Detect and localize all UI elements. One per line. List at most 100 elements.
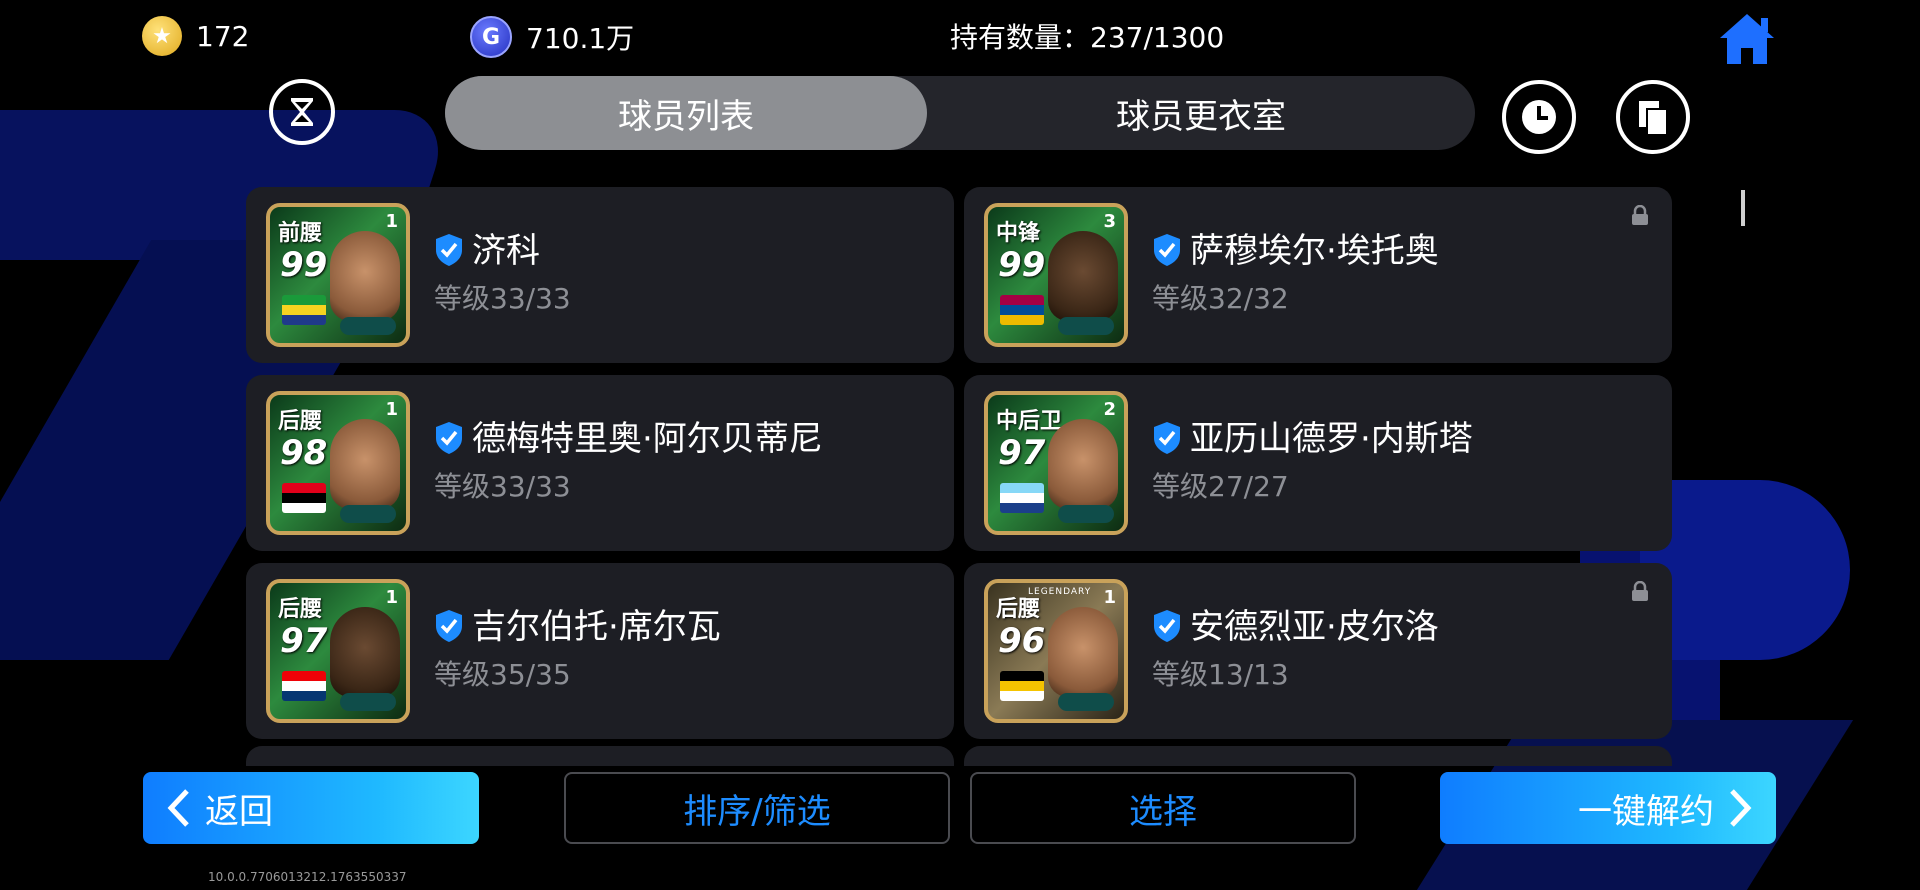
player-level: 等级33/33 <box>434 470 571 503</box>
tab-player-list[interactable]: 球员列表 <box>445 76 927 150</box>
clock-icon <box>1522 100 1556 134</box>
player-card[interactable]: 后腰 97 1 吉尔伯托·席尔瓦等级35/35 <box>246 563 954 739</box>
release-all-label: 一键解约 <box>1578 791 1714 832</box>
gp-count: 710.1万 <box>526 22 635 55</box>
player-rank: 2 <box>1103 399 1116 420</box>
shield-check-icon <box>436 610 462 642</box>
player-rating: 99 <box>280 245 328 285</box>
player-rank: 1 <box>385 587 398 608</box>
player-level: 等级32/32 <box>1152 282 1289 315</box>
player-rank: 3 <box>1103 211 1116 232</box>
player-level: 等级13/13 <box>1152 658 1289 691</box>
player-rating: 97 <box>280 621 328 661</box>
player-card-image[interactable]: 中锋 99 3 <box>984 203 1128 347</box>
player-name: 安德烈亚·皮尔洛 <box>1190 607 1439 647</box>
gp-icon: G <box>470 16 512 58</box>
copy-icon <box>1639 101 1668 136</box>
player-card-image[interactable]: 中后卫 97 2 <box>984 391 1128 535</box>
skill-badge-icon <box>340 505 396 523</box>
player-portrait <box>330 607 400 697</box>
player-level: 等级35/35 <box>434 658 571 691</box>
player-name: 吉尔伯托·席尔瓦 <box>472 607 721 647</box>
home-button[interactable] <box>1718 12 1776 66</box>
home-icon <box>1720 14 1774 64</box>
star-coin-icon: ★ <box>142 16 182 56</box>
shield-check-icon <box>436 234 462 266</box>
history-button[interactable] <box>1502 80 1576 154</box>
chevron-right-icon <box>1730 789 1752 827</box>
gp-balance: G 710.1万 <box>470 16 634 58</box>
player-rank: 1 <box>385 399 398 420</box>
holdings-count: 持有数量：237/1300 <box>950 16 1224 56</box>
player-card-image[interactable]: 后腰 97 1 <box>266 579 410 723</box>
player-card[interactable]: 中后卫 97 2 亚历山德罗·内斯塔等级27/27 <box>964 375 1672 551</box>
select-button[interactable]: 选择 <box>970 772 1356 844</box>
skill-badge-icon <box>1058 505 1114 523</box>
player-card[interactable]: 前腰 99 1 济科等级33/33 <box>246 187 954 363</box>
skill-badge-icon <box>340 317 396 335</box>
player-portrait <box>330 231 400 321</box>
shield-check-icon <box>1154 610 1180 642</box>
club-badge-icon <box>1000 483 1044 513</box>
player-name: 济科 <box>472 231 540 271</box>
player-name: 萨穆埃尔·埃托奥 <box>1190 231 1439 271</box>
club-badge-icon <box>1000 295 1044 325</box>
select-label: 选择 <box>1129 791 1197 832</box>
club-badge-icon <box>1000 671 1044 701</box>
lock-icon <box>1632 205 1648 225</box>
player-portrait <box>1048 419 1118 509</box>
player-rating: 98 <box>280 433 328 473</box>
player-position: 前腰 <box>278 221 323 246</box>
version-string: 10.0.0.7706013212.1763550337 <box>208 870 407 884</box>
holdings-label: 持有数量：237/1300 <box>950 21 1225 54</box>
player-portrait <box>330 419 400 509</box>
player-position: 中后卫 <box>996 409 1063 434</box>
player-position: 后腰 <box>278 409 323 434</box>
player-level: 等级27/27 <box>1152 470 1289 503</box>
player-position: 后腰 <box>996 597 1041 622</box>
player-card-partial <box>246 746 954 766</box>
player-name: 亚历山德罗·内斯塔 <box>1190 419 1473 459</box>
player-position: 中锋 <box>996 221 1041 246</box>
copy-button[interactable] <box>1616 80 1690 154</box>
hourglass-button[interactable] <box>269 79 335 145</box>
player-name: 德梅特里奥·阿尔贝蒂尼 <box>472 419 823 459</box>
club-badge-icon <box>282 671 326 701</box>
back-button[interactable]: 返回 <box>143 772 479 844</box>
player-portrait <box>1048 231 1118 321</box>
hourglass-icon <box>291 98 313 126</box>
club-badge-icon <box>282 483 326 513</box>
sort-filter-button[interactable]: 排序/筛选 <box>564 772 950 844</box>
shield-check-icon <box>1154 422 1180 454</box>
player-card[interactable]: 中锋 99 3 萨穆埃尔·埃托奥等级32/32 <box>964 187 1672 363</box>
shield-check-icon <box>1154 234 1180 266</box>
player-portrait <box>1048 607 1118 697</box>
skill-badge-icon <box>1058 693 1114 711</box>
shield-check-icon <box>436 422 462 454</box>
sort-filter-label: 排序/筛选 <box>683 791 831 832</box>
skill-badge-icon <box>340 693 396 711</box>
player-position: 后腰 <box>278 597 323 622</box>
player-level: 等级33/33 <box>434 282 571 315</box>
player-card[interactable]: LEGENDARY 后腰 96 1 安德烈亚·皮尔洛 等级13/13 <box>964 563 1672 739</box>
lock-icon <box>1632 581 1648 601</box>
back-button-label: 返回 <box>205 791 273 832</box>
player-rating: 96 <box>998 621 1046 661</box>
player-rank: 1 <box>1103 587 1116 608</box>
skill-badge-icon <box>1058 317 1114 335</box>
player-card-image[interactable]: LEGENDARY 后腰 96 1 <box>984 579 1128 723</box>
player-card-image[interactable]: 前腰 99 1 <box>266 203 410 347</box>
player-rating: 97 <box>998 433 1046 473</box>
tab-bar: 球员列表 球员更衣室 <box>445 76 1475 150</box>
coin-balance: ★ 172 <box>142 16 249 56</box>
coin-count: 172 <box>196 19 250 53</box>
chevron-left-icon <box>167 789 189 827</box>
player-card[interactable]: 后腰 98 1 德梅特里奥·阿尔贝蒂尼等级33/33 <box>246 375 954 551</box>
scrollbar[interactable] <box>1741 190 1745 226</box>
player-rating: 99 <box>998 245 1046 285</box>
club-badge-icon <box>282 295 326 325</box>
tab-player-locker[interactable]: 球员更衣室 <box>927 76 1475 150</box>
player-card-image[interactable]: 后腰 98 1 <box>266 391 410 535</box>
player-rank: 1 <box>385 211 398 232</box>
release-all-button[interactable]: 一键解约 <box>1440 772 1776 844</box>
